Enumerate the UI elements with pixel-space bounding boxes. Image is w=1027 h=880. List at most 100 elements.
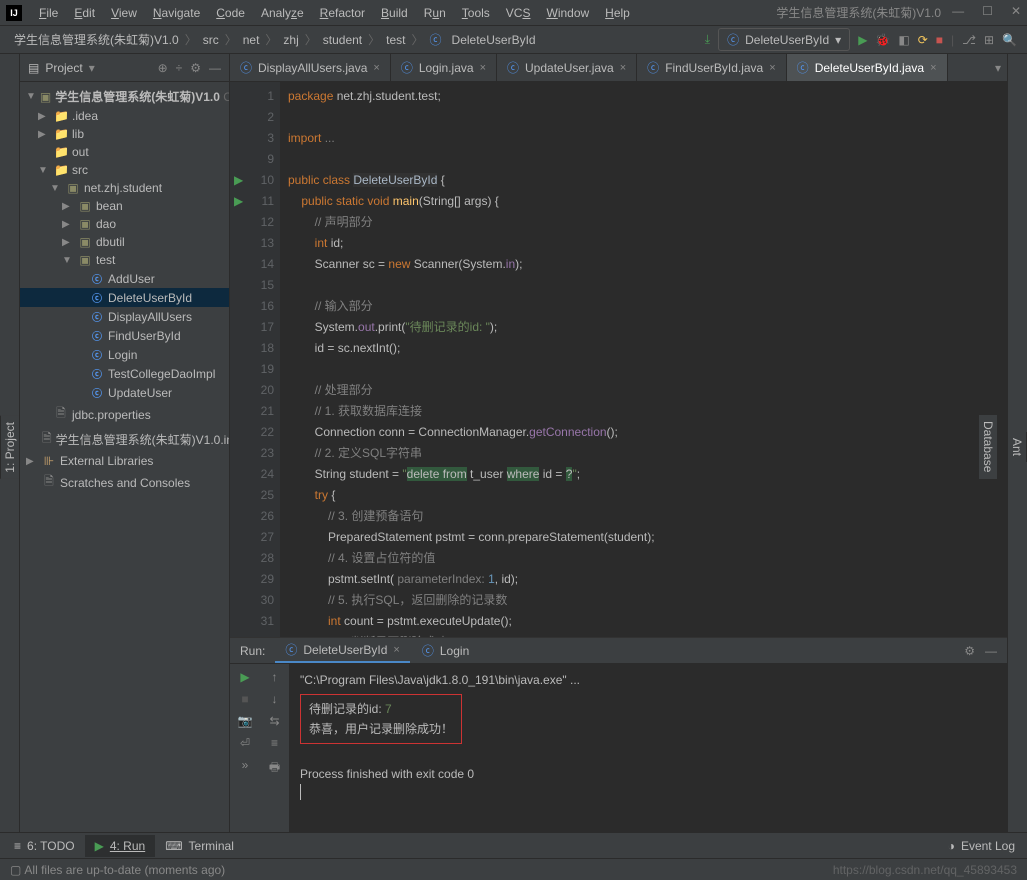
menu-window[interactable]: Window xyxy=(539,3,596,23)
menu-view[interactable]: View xyxy=(104,3,144,23)
ant-tool-tab[interactable]: Ant xyxy=(1008,432,1027,462)
close-tab-icon[interactable]: × xyxy=(769,62,775,74)
build-icon[interactable]: ⤓ xyxy=(705,32,710,47)
tree-class[interactable]: ⓒAddUser xyxy=(20,269,229,288)
sidebar-header: ▤Project ▾ ⊕ ÷ ⚙ — xyxy=(20,54,229,82)
tree-class[interactable]: ⓒLogin xyxy=(20,345,229,364)
print-icon[interactable]: 🖶 xyxy=(269,758,280,779)
stop-button[interactable]: ■ xyxy=(936,33,943,47)
close-tab-icon[interactable]: × xyxy=(620,62,626,74)
run-bottom-tab[interactable]: ▶4: Run xyxy=(85,835,156,857)
more-icon[interactable]: » xyxy=(242,758,249,772)
menu-edit[interactable]: Edit xyxy=(67,3,102,23)
menu-code[interactable]: Code xyxy=(209,3,252,23)
terminal-tab[interactable]: ⌨Terminal xyxy=(155,835,244,857)
close-icon[interactable]: ✕ xyxy=(1011,4,1021,18)
profile-button[interactable]: ⟳ xyxy=(918,33,928,47)
hide-icon[interactable]: — xyxy=(985,644,997,658)
tree-folder-out[interactable]: 📁out xyxy=(20,143,229,161)
run-tab[interactable]: ⓒLogin xyxy=(412,638,479,663)
breadcrumb-item[interactable]: DeleteUserById xyxy=(448,31,540,49)
wrap-icon[interactable]: ⇆ xyxy=(269,714,279,728)
menu-build[interactable]: Build xyxy=(374,3,415,23)
tree-class[interactable]: ⓒDisplayAllUsers xyxy=(20,307,229,326)
tree-folder-src[interactable]: ▼📁src xyxy=(20,161,229,179)
editor-tab[interactable]: ⓒLogin.java× xyxy=(391,54,497,81)
breadcrumb-item[interactable]: zhj xyxy=(279,31,302,49)
close-tab-icon[interactable]: × xyxy=(393,644,399,656)
editor-tab[interactable]: ⓒDisplayAllUsers.java× xyxy=(230,54,391,81)
menu-file[interactable]: File xyxy=(32,3,65,23)
windows-icon[interactable]: ▢ xyxy=(10,863,21,877)
gear-icon[interactable]: ⚙ xyxy=(190,61,201,75)
tree-external-libs[interactable]: ▶⊪External Libraries xyxy=(20,452,229,470)
run-button[interactable]: ▶ xyxy=(858,33,867,47)
code-area[interactable]: package net.zhj.student.test;import ...p… xyxy=(280,82,1007,637)
console-line: "C:\Program Files\Java\jdk1.8.0_191\bin\… xyxy=(300,670,997,690)
debug-button[interactable]: 🐞 xyxy=(875,33,890,47)
tree-folder-dbutil[interactable]: ▶▣dbutil xyxy=(20,233,229,251)
collapse-icon[interactable]: ÷ xyxy=(176,61,183,75)
tree-scratches[interactable]: 🗎Scratches and Consoles xyxy=(20,470,229,495)
close-tab-icon[interactable]: × xyxy=(480,62,486,74)
console-output[interactable]: "C:\Program Files\Java\jdk1.8.0_191\bin\… xyxy=(290,664,1007,832)
editor-tab[interactable]: ⓒUpdateUser.java× xyxy=(497,54,637,81)
tree-folder-bean[interactable]: ▶▣bean xyxy=(20,197,229,215)
hide-icon[interactable]: — xyxy=(209,61,221,75)
stop-icon[interactable]: ■ xyxy=(241,692,248,706)
editor-tab-active[interactable]: ⓒDeleteUserById.java× xyxy=(787,54,948,81)
menu-navigate[interactable]: Navigate xyxy=(146,3,207,23)
breadcrumb-item[interactable]: net xyxy=(239,31,264,49)
editor[interactable]: 1239▶10▶11121314151617181920212223242526… xyxy=(230,82,1007,637)
database-tool-tab[interactable]: Database xyxy=(979,415,998,478)
down-icon[interactable]: ↓ xyxy=(272,692,278,706)
editor-tab[interactable]: ⓒFindUserById.java× xyxy=(637,54,787,81)
breadcrumb-item[interactable]: test xyxy=(382,31,409,49)
tree-folder-idea[interactable]: ▶📁.idea xyxy=(20,107,229,125)
locate-icon[interactable]: ⊕ xyxy=(158,61,168,75)
menu-help[interactable]: Help xyxy=(598,3,637,23)
up-icon[interactable]: ↑ xyxy=(272,670,278,684)
maximize-icon[interactable]: ☐ xyxy=(982,4,993,18)
vcs-button[interactable]: ⎇ xyxy=(962,33,976,47)
minimize-icon[interactable]: — xyxy=(952,4,964,18)
tree-class[interactable]: ⓒUpdateUser xyxy=(20,383,229,402)
breadcrumb-item[interactable]: student xyxy=(319,31,366,49)
scroll-icon[interactable]: ≡ xyxy=(271,736,278,750)
close-tab-icon[interactable]: × xyxy=(930,62,936,74)
close-tab-icon[interactable]: × xyxy=(373,62,379,74)
tree-class[interactable]: ⓒFindUserById xyxy=(20,326,229,345)
structure-button[interactable]: ⊞ xyxy=(984,33,994,47)
camera-icon[interactable]: 📷 xyxy=(238,714,253,728)
event-log-label[interactable]: Event Log xyxy=(961,839,1015,853)
menu-tools[interactable]: Tools xyxy=(455,3,497,23)
breadcrumb-item[interactable]: 学生信息管理系统(朱虹菊)V1.0 xyxy=(10,29,183,50)
tabs-overflow-icon[interactable]: ▾ xyxy=(989,61,1007,75)
tree-folder-dao[interactable]: ▶▣dao xyxy=(20,215,229,233)
tree-folder-lib[interactable]: ▶📁lib xyxy=(20,125,229,143)
run-tab-active[interactable]: ⓒDeleteUserById× xyxy=(275,638,410,663)
menu-run[interactable]: Run xyxy=(417,3,453,23)
search-button[interactable]: 🔍 xyxy=(1002,33,1017,47)
tree-file-jdbc[interactable]: 🗎jdbc.properties xyxy=(20,402,229,427)
todo-tab[interactable]: ≡6: TODO xyxy=(4,835,85,857)
tree-file-iml[interactable]: 🗎学生信息管理系统(朱虹菊)V1.0.iml xyxy=(20,427,229,452)
tree-folder-test[interactable]: ▼▣test xyxy=(20,251,229,269)
run-configuration-dropdown[interactable]: ⓒ DeleteUserById ▾ xyxy=(718,28,850,51)
coverage-button[interactable]: ◧ xyxy=(898,33,909,47)
rerun-icon[interactable]: ▶ xyxy=(240,670,249,684)
chevron-down-icon: ▾ xyxy=(835,33,841,47)
project-tool-tab[interactable]: 1: Project xyxy=(0,416,19,479)
exit-icon[interactable]: ⏎ xyxy=(240,736,250,750)
tree-package[interactable]: ▼▣net.zhj.student xyxy=(20,179,229,197)
tree-class-selected[interactable]: ⓒDeleteUserById xyxy=(20,288,229,307)
tree-root[interactable]: ▼▣学生信息管理系统(朱虹菊)V1.0 C:\ xyxy=(20,86,229,107)
gear-icon[interactable]: ⚙ xyxy=(964,644,975,658)
menu-analyze[interactable]: Analyze xyxy=(254,3,311,23)
title-bar: IJ File Edit View Navigate Code Analyze … xyxy=(0,0,1027,26)
menu-refactor[interactable]: Refactor xyxy=(313,3,372,23)
tree-class[interactable]: ⓒTestCollegeDaoImpl xyxy=(20,364,229,383)
breadcrumb-item[interactable]: src xyxy=(199,31,223,49)
menu-vcs[interactable]: VCS xyxy=(499,3,538,23)
event-log-icon[interactable]: ◑ xyxy=(948,839,955,853)
